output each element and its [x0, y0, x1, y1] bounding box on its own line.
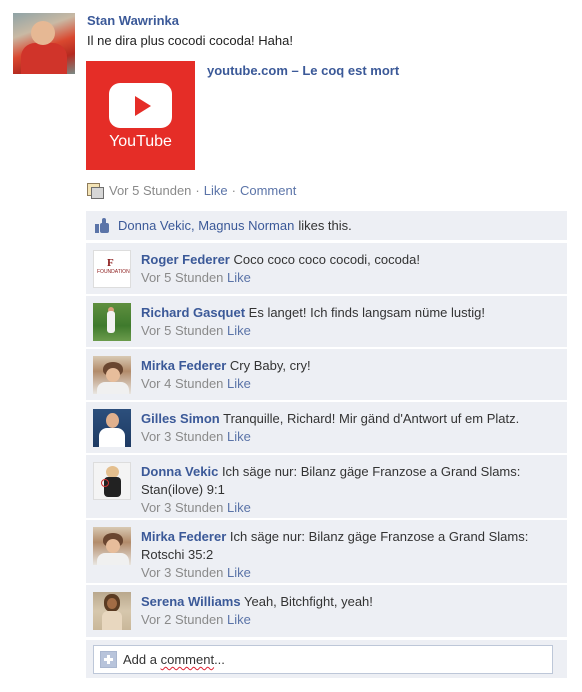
comment-timestamp: Vor 4 Stunden [141, 376, 224, 391]
comment-item: Serena Williams Yeah, Bitchfight, yeah! … [86, 585, 567, 637]
comment-like-link[interactable]: Like [227, 376, 251, 391]
comment-item: Donna Vekic Ich säge nur: Bilanz gäge Fr… [86, 455, 567, 518]
attachment-type-icon [87, 183, 104, 199]
avatar-face [31, 21, 55, 45]
comment-author[interactable]: Mirka Federer [141, 529, 226, 544]
comment-author[interactable]: Gilles Simon [141, 411, 220, 426]
youtube-logo-text: YouTube [109, 133, 172, 150]
comment-text: Yeah, Bitchfight, yeah! [244, 594, 373, 609]
comment-like-link[interactable]: Like [227, 565, 251, 580]
poster-avatar[interactable] [13, 13, 75, 74]
commenter-avatar[interactable] [93, 462, 131, 500]
comment-author[interactable]: Richard Gasquet [141, 305, 245, 320]
comment-text: Cry Baby, cry! [229, 358, 311, 373]
comment-item: Richard Gasquet Es langet! Ich finds lan… [86, 296, 567, 347]
comment-text: Es langet! Ich finds langsam nüme lustig… [248, 305, 485, 320]
comment-timestamp: Vor 3 Stunden [141, 429, 224, 444]
post-like-link[interactable]: Like [204, 183, 228, 198]
add-comment-input[interactable]: Add a comment... [93, 645, 553, 674]
comment-item: Gilles Simon Tranquille, Richard! Mir gä… [86, 402, 567, 453]
post-meta: Vor 5 Stunden · Like · Comment [87, 183, 296, 199]
shared-link-title[interactable]: youtube.com – Le coq est mort [207, 63, 399, 78]
comment-item: F FOUNDATION Roger Federer Coco coco coco… [86, 243, 567, 294]
comment-timestamp: Vor 5 Stunden [141, 323, 224, 338]
likers-names[interactable]: Donna Vekic, Magnus Norman [118, 218, 294, 233]
meta-separator: · [195, 183, 200, 198]
comment-item: Mirka Federer Cry Baby, cry! Vor 4 Stund… [86, 349, 567, 400]
play-triangle-icon [135, 96, 151, 116]
post-comment-link[interactable]: Comment [240, 183, 296, 198]
comment-timestamp: Vor 3 Stunden [141, 500, 224, 515]
comment-item: Mirka Federer Ich säge nur: Bilanz gäge … [86, 520, 567, 583]
commenter-avatar[interactable] [93, 303, 131, 341]
avatar-shirt [21, 43, 67, 74]
comment-like-link[interactable]: Like [227, 323, 251, 338]
comment-text: Coco coco coco cocodi, cocoda! [233, 252, 420, 267]
poster-name[interactable]: Stan Wawrinka [87, 13, 179, 28]
commenter-avatar[interactable] [93, 592, 131, 630]
add-comment-placeholder: Add a comment... [123, 652, 225, 667]
comment-like-link[interactable]: Like [227, 270, 251, 285]
comment-timestamp: Vor 5 Stunden [141, 270, 224, 285]
comment-author[interactable]: Mirka Federer [141, 358, 226, 373]
commenter-avatar[interactable] [93, 409, 131, 447]
likes-summary: Donna Vekic, Magnus Norman likes this. [86, 211, 567, 240]
comment-author[interactable]: Roger Federer [141, 252, 230, 267]
comment-timestamp: Vor 2 Stunden [141, 612, 224, 627]
comment-like-link[interactable]: Like [227, 429, 251, 444]
comment-text: Tranquille, Richard! Mir gänd d'Antwort … [223, 411, 520, 426]
youtube-play-icon [109, 83, 172, 128]
likes-suffix: likes this. [298, 218, 352, 233]
post-text: Il ne dira plus cocodi cocoda! Haha! [87, 33, 293, 48]
add-comment-icon [100, 651, 117, 668]
comment-author[interactable]: Serena Williams [141, 594, 241, 609]
comment-timestamp: Vor 3 Stunden [141, 565, 224, 580]
comment-like-link[interactable]: Like [227, 500, 251, 515]
comment-like-link[interactable]: Like [227, 612, 251, 627]
commenter-avatar[interactable] [93, 527, 131, 565]
youtube-thumbnail[interactable]: YouTube [86, 61, 195, 170]
commenter-avatar[interactable]: F FOUNDATION [93, 250, 131, 288]
add-comment-area: Add a comment... [86, 640, 567, 678]
meta-separator: · [231, 183, 236, 198]
comment-author[interactable]: Donna Vekic [141, 464, 218, 479]
thumbs-up-icon [95, 218, 110, 233]
commenter-avatar[interactable] [93, 356, 131, 394]
post-timestamp[interactable]: Vor 5 Stunden [109, 183, 191, 198]
